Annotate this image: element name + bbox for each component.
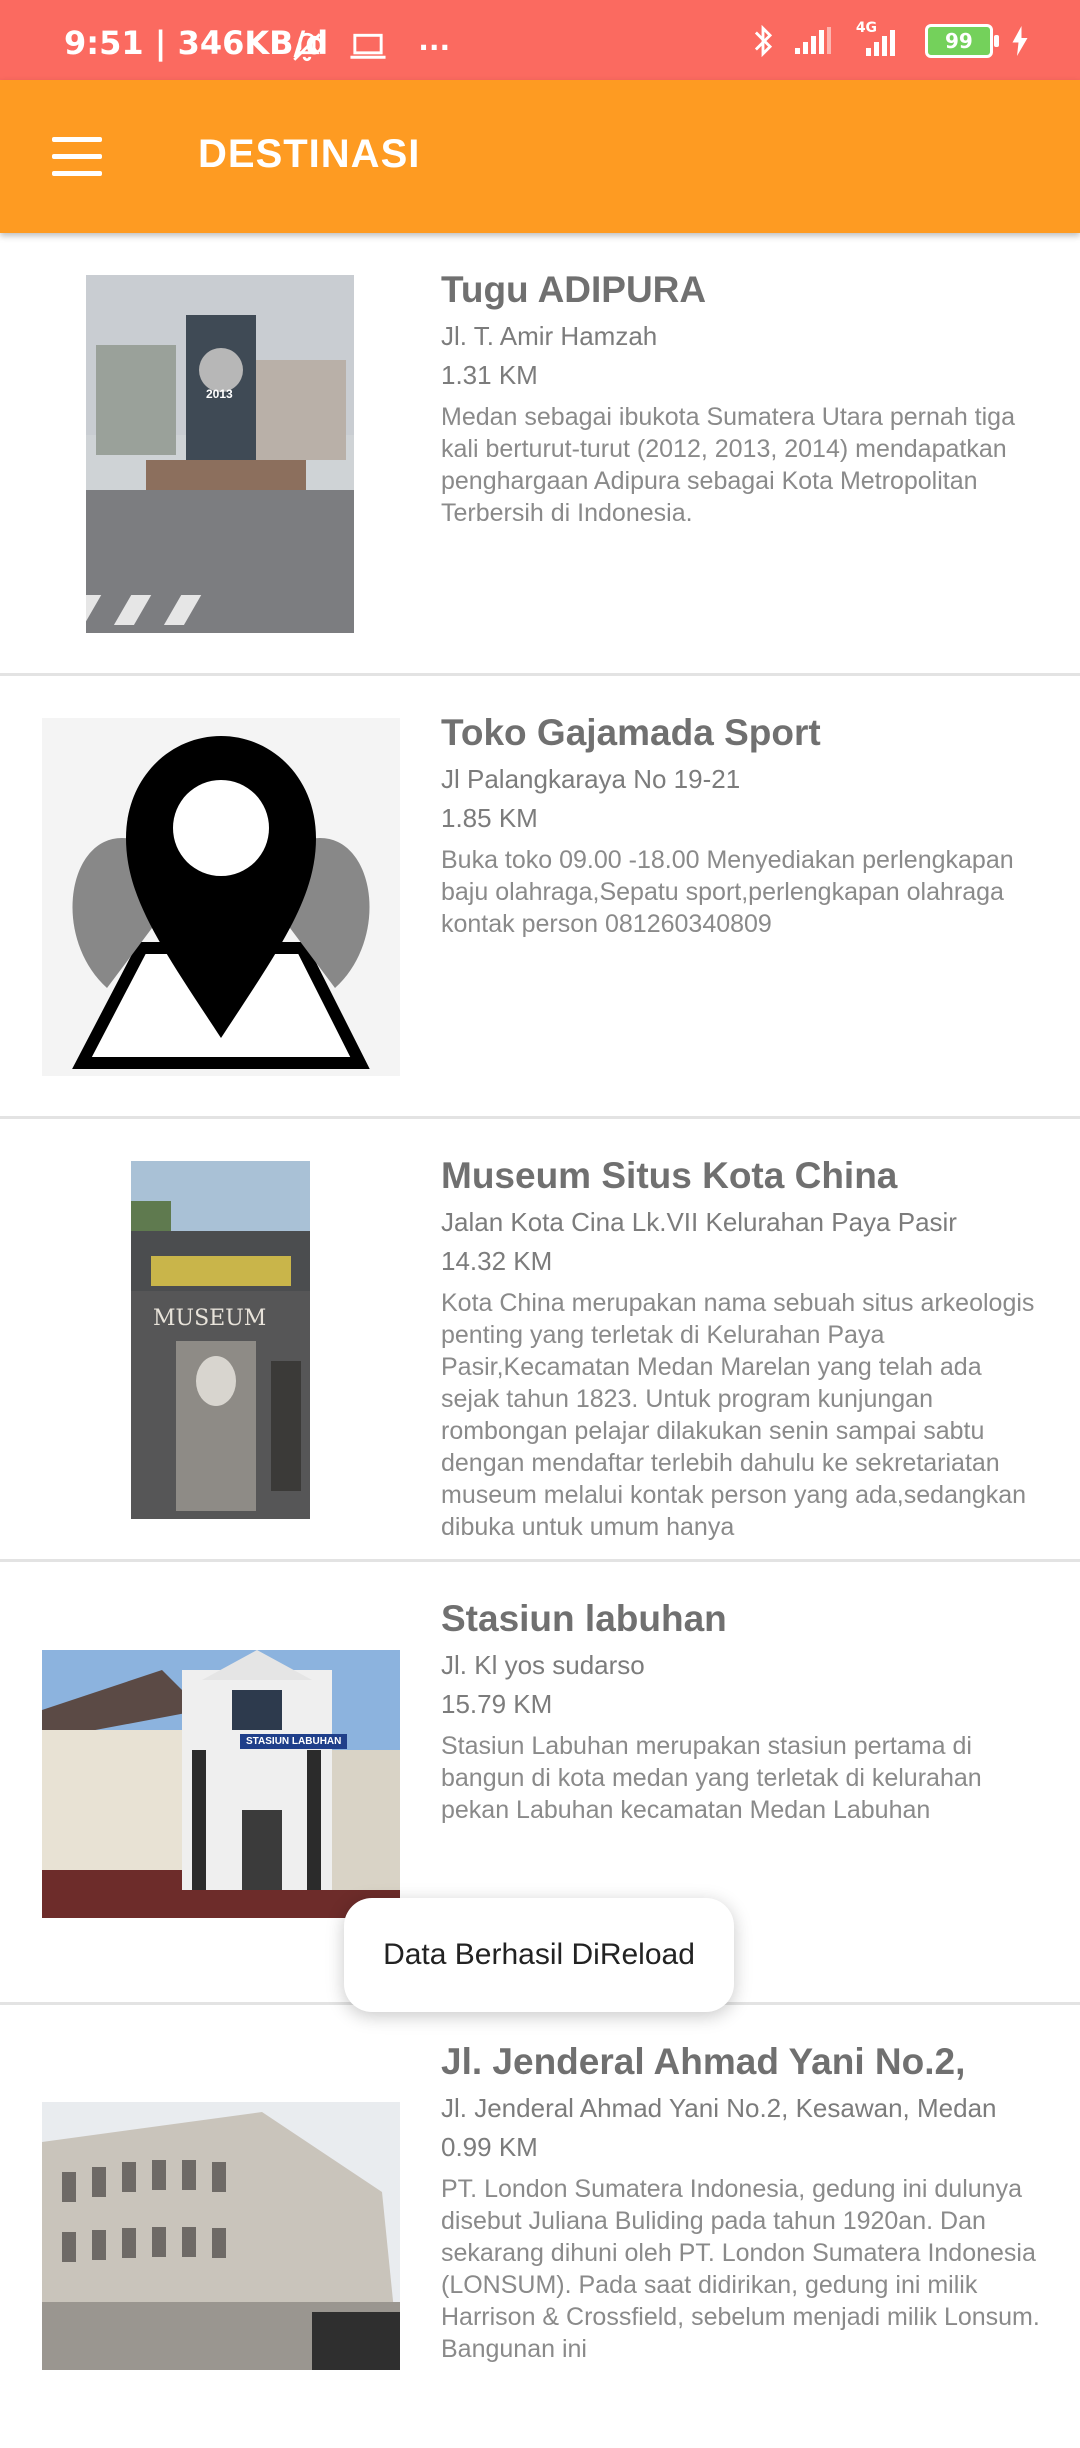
destination-address: Jl Palangkaraya No 19-21 xyxy=(441,764,741,794)
status-bar: 9:51 | 346KB/d ··· 4G 99 xyxy=(0,0,1080,80)
list-item[interactable]: Jl. Jenderal Ahmad Yani No.2, Jl. Jender… xyxy=(0,2005,1080,2448)
destination-distance: 14.32 KM xyxy=(441,1246,553,1276)
charging-icon xyxy=(1012,26,1028,56)
destination-description: Medan sebagai ibukota Sumatera Utara per… xyxy=(441,403,1015,527)
destination-address: Jl. Jenderal Ahmad Yani No.2, Kesawan, M… xyxy=(441,2093,997,2123)
destination-photo: MUSEUM xyxy=(131,1161,310,1519)
destination-description: PT. London Sumatera Indonesia, gedung in… xyxy=(441,2175,1040,2363)
status-right-icons: 4G 99 xyxy=(752,20,1030,64)
list-item[interactable]: 2013 Tugu ADIPURA Jl. T. Amir Hamzah 1.3… xyxy=(0,233,1080,676)
station-sign-text: STASIUN LABUHAN xyxy=(240,1734,348,1749)
4g-signal-icon: 4G xyxy=(852,20,904,58)
destination-name: Tugu ADIPURA xyxy=(441,269,707,310)
app-bar: DESTINASI xyxy=(0,80,1080,233)
destination-description: Kota China merupakan nama sebuah situs a… xyxy=(441,1289,1035,1541)
destination-distance: 15.79 KM xyxy=(441,1689,553,1719)
list-item[interactable]: Toko Gajamada Sport Jl Palangkaraya No 1… xyxy=(0,676,1080,1119)
status-left-icons: ··· xyxy=(290,30,450,64)
destination-address: Jalan Kota Cina Lk.VII Kelurahan Paya Pa… xyxy=(441,1207,957,1237)
destination-info: Museum Situs Kota China Jalan Kota Cina … xyxy=(441,1155,1041,1543)
destination-distance: 1.85 KM xyxy=(441,803,538,833)
destination-info: Stasiun labuhan Jl. Kl yos sudarso 15.79… xyxy=(441,1598,1041,1826)
destination-distance: 0.99 KM xyxy=(441,2132,538,2162)
destination-list[interactable]: 2013 Tugu ADIPURA Jl. T. Amir Hamzah 1.3… xyxy=(0,233,1080,2448)
destination-photo xyxy=(42,2102,400,2370)
battery-icon: 99 xyxy=(924,24,999,58)
hamburger-menu-icon[interactable] xyxy=(38,122,114,192)
destination-info: Jl. Jenderal Ahmad Yani No.2, Jl. Jender… xyxy=(441,2041,1041,2365)
more-notifications-icon: ··· xyxy=(418,30,451,64)
destination-description: Stasiun Labuhan merupakan stasiun pertam… xyxy=(441,1732,982,1824)
destination-distance: 1.31 KM xyxy=(441,360,538,390)
signal-icon xyxy=(794,27,831,54)
destination-photo: 2013 xyxy=(86,275,354,633)
page-title: DESTINASI xyxy=(198,132,421,176)
destination-info: Tugu ADIPURA Jl. T. Amir Hamzah 1.31 KM … xyxy=(441,269,1041,529)
destination-name: Museum Situs Kota China xyxy=(441,1155,898,1196)
destination-name: Toko Gajamada Sport xyxy=(441,712,821,753)
destination-photo: STASIUN LABUHAN xyxy=(42,1650,400,1918)
destination-name: Stasiun labuhan xyxy=(441,1598,727,1639)
toast-message: Data Berhasil DiReload xyxy=(344,1898,734,2012)
photo-year-label: 2013 xyxy=(206,387,233,401)
destination-name: Jl. Jenderal Ahmad Yani No.2, xyxy=(441,2041,966,2082)
destination-description: Buka toko 09.00 -18.00 Menyediakan perle… xyxy=(441,846,1014,938)
destination-info: Toko Gajamada Sport Jl Palangkaraya No 1… xyxy=(441,712,1041,940)
status-time: 9:51 | 346KB/d xyxy=(64,24,329,62)
destination-address: Jl. Kl yos sudarso xyxy=(441,1650,645,1680)
laptop-icon xyxy=(350,33,386,59)
destination-address: Jl. T. Amir Hamzah xyxy=(441,321,658,351)
museum-sign-text: MUSEUM xyxy=(153,1306,267,1331)
list-item[interactable]: MUSEUM Museum Situs Kota China Jalan Kot… xyxy=(0,1119,1080,1562)
map-pin-placeholder-icon xyxy=(42,718,400,1076)
bell-off-icon xyxy=(293,32,321,62)
bluetooth-icon xyxy=(754,24,772,58)
